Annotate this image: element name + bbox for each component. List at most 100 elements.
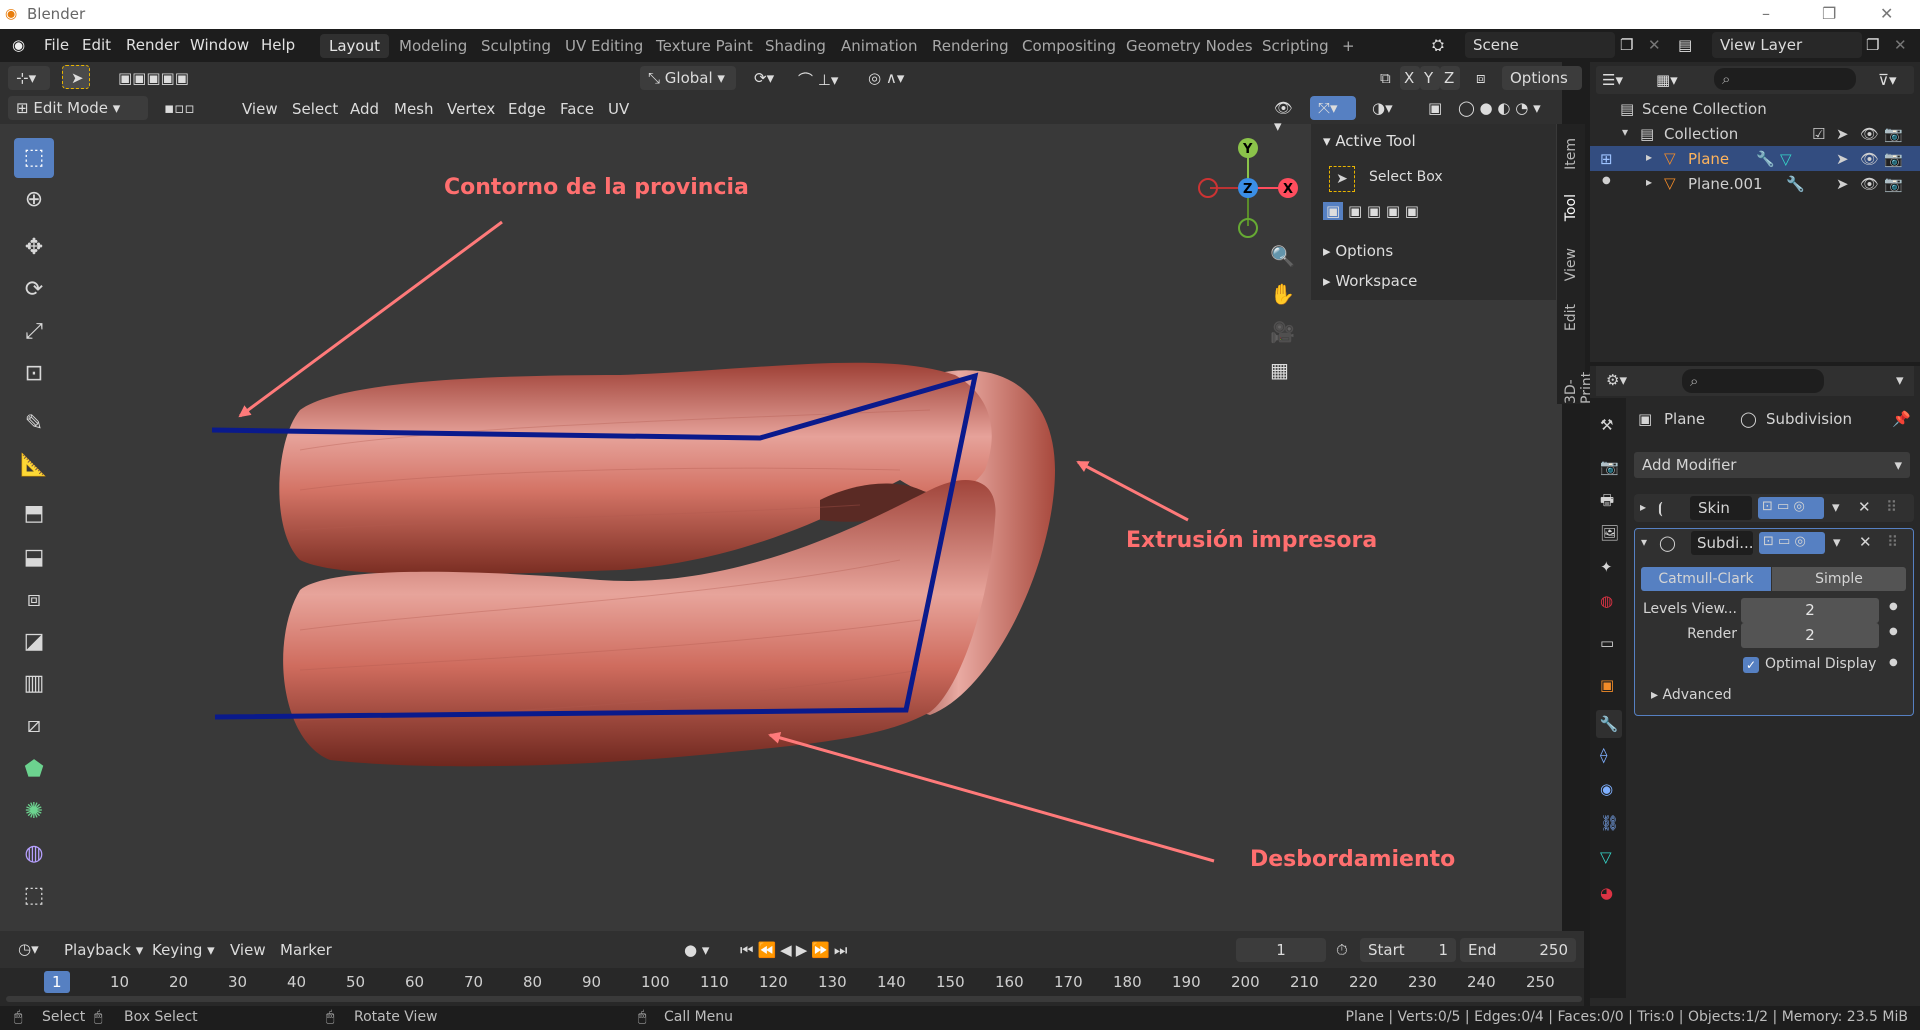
close-button[interactable]: ✕ [1880, 4, 1893, 23]
tab-uv-editing[interactable]: UV Editing [556, 34, 652, 58]
vp-menu-select[interactable]: Select [292, 100, 338, 118]
subdiv-remove-icon[interactable]: ✕ [1859, 533, 1872, 551]
timeline-ruler[interactable]: 1 10 20 30 40 50 60 70 80 90 100 110 120 130 140 150 160… [0, 968, 1584, 1006]
tab-texture-paint[interactable]: Texture Paint [647, 34, 762, 58]
view-layer-field[interactable]: View Layer [1712, 32, 1862, 58]
outliner-search-input[interactable]: ⌕ [1714, 68, 1856, 90]
properties-options-icon[interactable]: ▾ [1896, 371, 1904, 389]
collection-render-icon[interactable]: 📷 [1884, 125, 1903, 143]
tab-edit[interactable]: Edit [1563, 304, 1579, 331]
plane-001-select-icon[interactable]: ➤ [1836, 175, 1849, 193]
keyframe-dot-icon[interactable]: ● [1889, 626, 1898, 637]
simple-toggle[interactable]: Simple [1772, 567, 1906, 591]
pan-view-icon[interactable]: ✋ [1270, 282, 1295, 306]
expand-skin-icon[interactable]: ▸ [1640, 500, 1646, 514]
axis-x-toggle[interactable]: X [1400, 66, 1420, 90]
vp-menu-vertex[interactable]: Vertex [447, 100, 495, 118]
vp-menu-edge[interactable]: Edge [508, 100, 546, 118]
select-tool-icon[interactable]: ➤ [62, 65, 90, 89]
collection-checkbox[interactable]: ☑ [1812, 125, 1825, 143]
start-frame-field[interactable]: Start 1 [1360, 938, 1456, 962]
skin-name-field[interactable]: Skin [1690, 496, 1752, 520]
vp-menu-uv[interactable]: UV [608, 100, 629, 118]
render-levels-field[interactable]: 2 [1741, 623, 1879, 648]
tool-properties-icon[interactable]: ⚒ [1600, 416, 1613, 434]
subdiv-options-icon[interactable]: ▾ [1833, 533, 1841, 551]
modifier-properties-icon[interactable]: 🔧 [1596, 710, 1622, 738]
particles-properties-icon[interactable]: ⟠ [1600, 746, 1607, 764]
auto-merge-icon[interactable]: ⧈ [1468, 66, 1496, 90]
subdiv-name-field[interactable]: Subdi... [1691, 531, 1754, 555]
view-layer-properties-icon[interactable]: 🖼 [1600, 524, 1619, 542]
catmull-clark-toggle[interactable]: Catmull-Clark [1641, 567, 1771, 591]
plane-render-icon[interactable]: 📷 [1884, 150, 1903, 168]
expand-plane-001-icon[interactable]: ▸ [1646, 175, 1652, 189]
proportional-edit-icon[interactable]: ◎ ∧▾ [860, 66, 920, 90]
menu-file[interactable]: File [44, 36, 69, 54]
collection-visibility-icon[interactable]: 👁 [1860, 125, 1879, 143]
physics-properties-icon[interactable]: ◉ [1600, 780, 1613, 798]
options-panel-header[interactable]: ▸ Options [1323, 242, 1393, 260]
tab-scripting[interactable]: Scripting [1253, 34, 1338, 58]
scene-collection-row[interactable]: ▤ Scene Collection [1590, 96, 1920, 121]
plane-visibility-icon[interactable]: 👁 [1860, 150, 1879, 168]
scene-browse-icon[interactable]: ⛭ [1432, 36, 1444, 54]
display-mode-icon[interactable]: ▦▾ [1656, 71, 1678, 89]
menu-render[interactable]: Render [126, 36, 179, 54]
xray-icon[interactable]: ▣ [1420, 96, 1446, 120]
optimal-display-checkbox[interactable]: ✓ [1743, 657, 1759, 673]
tab-layout[interactable]: Layout [320, 34, 389, 58]
plane-001-render-icon[interactable]: 📷 [1884, 175, 1903, 193]
maximize-button[interactable]: ❐ [1822, 4, 1836, 23]
menu-help[interactable]: Help [261, 36, 295, 54]
workspace-panel-header[interactable]: ▸ Workspace [1323, 272, 1417, 290]
tab-compositing[interactable]: Compositing [1013, 34, 1125, 58]
visibility-icon[interactable]: 👁▾ [1266, 96, 1302, 135]
skin-options-icon[interactable]: ▾ [1832, 498, 1840, 516]
advanced-subpanel[interactable]: ▸ Advanced [1651, 687, 1732, 703]
outliner-row-plane-001[interactable]: ● ▸ ▽ Plane.001 🔧 ➤ 👁 📷 [1590, 171, 1920, 196]
overlay-icon[interactable]: ◑▾ [1364, 96, 1408, 120]
add-workspace-button[interactable]: + [1333, 34, 1364, 58]
edit-mode-indicator-icon[interactable]: ⊞ [1600, 150, 1613, 168]
gizmo-toggle-icon[interactable]: ⤧▾ [1310, 96, 1356, 120]
timeline-editor-icon[interactable]: ◷▾ [10, 937, 50, 961]
vp-menu-view[interactable]: View [242, 100, 278, 118]
tab-shading[interactable]: Shading [756, 34, 835, 58]
outliner-row-plane[interactable]: ⊞ ▸ ▽ Plane 🔧 ▽ ➤ 👁 📷 [1590, 146, 1920, 171]
axis-z-toggle[interactable]: Z [1440, 66, 1460, 90]
collection-select-icon[interactable]: ➤ [1836, 125, 1849, 143]
vp-menu-mesh[interactable]: Mesh [394, 100, 434, 118]
timeline-scrollbar[interactable] [6, 996, 1582, 1002]
new-scene-icon[interactable]: ❐ [1620, 36, 1633, 54]
playback-controls-icons[interactable]: ⏮⏪◀▶⏩⏭ [732, 938, 882, 962]
menu-window[interactable]: Window [190, 36, 249, 54]
expand-collection-icon[interactable]: ▾ [1622, 125, 1628, 139]
collection-properties-icon[interactable]: ▭ [1600, 634, 1614, 652]
filter-icon[interactable]: ⊽▾ [1878, 71, 1897, 89]
tab-modeling[interactable]: Modeling [390, 34, 476, 58]
skin-drag-handle[interactable]: ⠿ [1886, 498, 1897, 516]
menu-edit[interactable]: Edit [82, 36, 111, 54]
mirror-icon[interactable]: ⧉ [1372, 66, 1400, 90]
tab-tool[interactable]: Tool [1563, 194, 1579, 221]
pivot-point-icon[interactable]: ⟳▾ [746, 66, 782, 90]
properties-editor-icon[interactable]: ⚙▾ [1606, 371, 1627, 389]
tab-rendering[interactable]: Rendering [923, 34, 1018, 58]
snap-icon[interactable]: ⌒ ⊥▾ [790, 66, 850, 90]
timeline-menu-marker[interactable]: Marker [280, 941, 332, 959]
new-view-layer-icon[interactable]: ❐ [1866, 36, 1879, 54]
plane-001-visibility-icon[interactable]: 👁 [1860, 175, 1879, 193]
record-icon[interactable]: ● ▾ [676, 938, 722, 962]
tool-mode-icons[interactable]: ▣ ▣ ▣ ▣ ▣ [1323, 202, 1443, 226]
constraints-properties-icon[interactable]: ⛓ [1600, 814, 1619, 832]
delete-view-layer-icon[interactable]: ✕ [1894, 36, 1907, 54]
output-properties-icon[interactable]: 🖶 [1600, 490, 1614, 515]
delete-scene-icon[interactable]: ✕ [1648, 36, 1661, 54]
scene-properties-icon[interactable]: ✦ [1600, 558, 1613, 576]
timer-icon[interactable]: ⏱ [1336, 941, 1348, 959]
active-tool-header[interactable]: ▾ Active Tool [1323, 132, 1416, 150]
tab-animation[interactable]: Animation [832, 34, 926, 58]
navigation-gizmo[interactable]: Y X Z [1190, 138, 1310, 248]
skin-visibility-toggles[interactable]: ⊡ ▭ ◎ [1758, 497, 1824, 519]
